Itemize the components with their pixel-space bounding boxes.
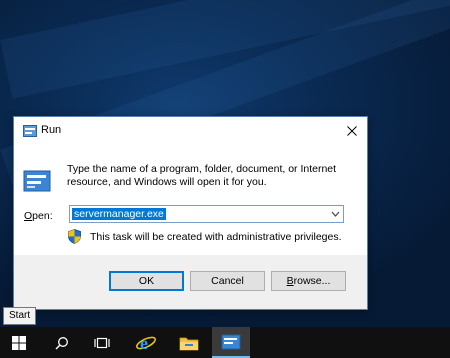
browse-label: rowse... bbox=[293, 275, 331, 287]
run-icon bbox=[23, 125, 37, 137]
start-button[interactable] bbox=[0, 327, 38, 358]
svg-text:e: e bbox=[140, 333, 148, 353]
open-label: Open: bbox=[24, 210, 53, 222]
start-tooltip: Start bbox=[3, 307, 37, 325]
window-title: Run bbox=[41, 124, 62, 136]
task-view-button[interactable] bbox=[83, 327, 121, 358]
internet-explorer-icon: e bbox=[136, 333, 156, 353]
task-view-icon bbox=[94, 337, 110, 348]
open-label-accelerator: O bbox=[24, 210, 33, 222]
run-taskbar-button[interactable] bbox=[212, 327, 250, 358]
browse-accelerator: B bbox=[286, 275, 294, 287]
uac-shield-icon bbox=[68, 229, 81, 244]
button-footer: OK Cancel Browse... bbox=[14, 255, 367, 309]
admin-privileges-note: This task will be created with administr… bbox=[90, 231, 342, 243]
ok-button[interactable]: OK bbox=[109, 271, 184, 291]
open-input-value[interactable]: servermanager.exe bbox=[72, 208, 166, 220]
run-icon bbox=[221, 334, 241, 349]
search-button[interactable] bbox=[43, 327, 81, 358]
file-explorer-icon bbox=[179, 337, 199, 350]
browse-button[interactable]: Browse... bbox=[271, 271, 346, 291]
run-dialog: Run Type the name of a program, folder, … bbox=[13, 116, 368, 310]
close-icon bbox=[347, 126, 357, 136]
run-program-icon bbox=[23, 170, 51, 192]
title-bar[interactable]: Run bbox=[14, 117, 367, 145]
windows-start-icon bbox=[12, 335, 26, 350]
internet-explorer-button[interactable]: e bbox=[127, 327, 165, 358]
cancel-button[interactable]: Cancel bbox=[190, 271, 265, 291]
open-label-text: pen: bbox=[32, 210, 53, 222]
close-button[interactable] bbox=[337, 117, 367, 145]
run-description: Type the name of a program, folder, docu… bbox=[67, 163, 337, 188]
open-combobox[interactable]: servermanager.exe bbox=[69, 205, 344, 223]
taskbar: e bbox=[0, 327, 450, 358]
search-icon bbox=[55, 336, 68, 350]
chevron-down-icon[interactable] bbox=[331, 210, 340, 218]
file-explorer-button[interactable] bbox=[170, 327, 208, 358]
